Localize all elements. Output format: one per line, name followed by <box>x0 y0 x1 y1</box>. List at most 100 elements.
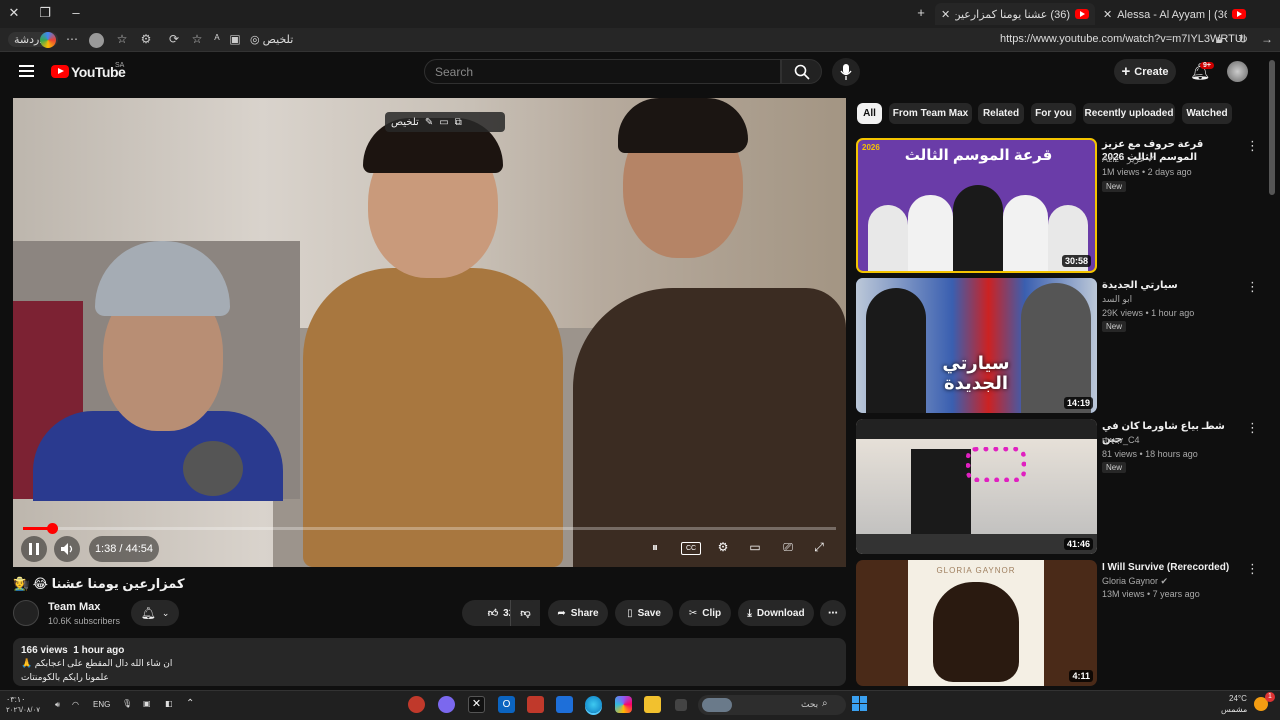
close-window-icon[interactable]: ✕ <box>4 5 24 21</box>
store-icon[interactable] <box>556 696 573 713</box>
rec-more-icon[interactable]: ⋮ <box>1246 279 1259 295</box>
messenger-icon[interactable] <box>438 696 455 713</box>
autoplay-toggle-icon[interactable]: ⏸︎ <box>645 540 665 558</box>
refresh-icon[interactable]: ⟳ <box>166 32 182 46</box>
edge-icon[interactable] <box>585 696 602 713</box>
cast-icon[interactable]: ⎚ <box>778 540 798 558</box>
taskbar-search-box[interactable]: ⌕ بحث <box>698 695 846 715</box>
captions-icon[interactable]: CC <box>681 542 701 555</box>
rec-thumbnail[interactable]: GLORIA GAYNOR 4:11 <box>856 560 1097 686</box>
windows-start-icon[interactable] <box>852 696 868 712</box>
chip-watched[interactable]: Watched <box>1182 103 1232 124</box>
game-decoration <box>966 447 1026 482</box>
search-input[interactable]: Search <box>424 59 781 84</box>
rec-more-icon[interactable]: ⋮ <box>1246 561 1259 577</box>
speaker-icon[interactable]: 🔊︎ <box>55 700 60 710</box>
app-icon[interactable] <box>408 696 425 713</box>
favorites-icon[interactable]: ☆ <box>114 32 130 46</box>
rec-more-icon[interactable]: ⋮ <box>1246 420 1259 436</box>
settings-gear-icon[interactable]: ⚙ <box>713 540 733 558</box>
dislike-button[interactable]: 👎︎ <box>510 600 540 626</box>
create-button[interactable]: + Create <box>1114 59 1176 84</box>
new-tab-button[interactable]: + <box>911 5 931 20</box>
url-field[interactable]: https://www.youtube.com/watch?v=m7IYL3WR… <box>1000 33 1246 45</box>
tab-current-video[interactable]: ✕ (36) عشنا يومنا كمزارعين 😂 <box>935 3 1095 25</box>
progress-bar[interactable] <box>23 523 836 534</box>
more-options-icon[interactable]: ⋯ <box>64 32 80 46</box>
channel-avatar[interactable] <box>13 600 39 626</box>
restore-window-icon[interactable]: ❐ <box>35 5 55 21</box>
file-explorer-icon[interactable] <box>644 696 661 713</box>
chip-all[interactable]: All <box>857 103 882 124</box>
read-aloud-icon[interactable]: ᴬ <box>209 32 225 46</box>
summary-button[interactable]: ◎ تلخيص <box>250 33 293 46</box>
forward-arrow-icon[interactable]: → <box>1259 32 1275 46</box>
clock-date[interactable]: ٢٠٢٦/٠٨/٠٧ <box>6 706 40 714</box>
menu-icon[interactable] <box>19 65 34 77</box>
pause-button[interactable] <box>21 536 47 562</box>
rec-channel[interactable]: Aziz - عزيز ✔ <box>1102 154 1155 165</box>
miniplayer-icon[interactable]: ▭ <box>745 540 765 558</box>
download-icon: ⤓ <box>747 607 752 619</box>
thumbs-up-icon: 👍︎ <box>487 608 499 619</box>
account-avatar[interactable] <box>1227 61 1248 82</box>
copilot-app-icon[interactable] <box>615 696 632 713</box>
app-icon[interactable] <box>675 699 687 711</box>
youtube-logo-icon[interactable] <box>51 65 69 78</box>
chip-recently-uploaded[interactable]: Recently uploaded <box>1083 103 1175 124</box>
chip-related[interactable]: Related <box>978 103 1024 124</box>
region-code: SA <box>115 62 125 69</box>
save-button[interactable]: ▯ Save <box>615 600 673 626</box>
rec-channel[interactable]: Gloria Gaynor ✔ <box>1102 576 1168 587</box>
rec-more-icon[interactable]: ⋮ <box>1246 138 1259 154</box>
tray-app-icon[interactable]: ▣ <box>143 699 151 708</box>
microphone-tray-icon[interactable]: 🎙︎ <box>122 699 132 708</box>
rec-thumbnail[interactable]: 41:46 <box>856 419 1097 554</box>
profile-icon[interactable] <box>89 33 104 48</box>
close-tab-icon[interactable]: ✕ <box>941 8 950 21</box>
video-title: كمزارعين يومنا عشنا 😂 🧑‍🌾 <box>13 576 185 591</box>
share-button[interactable]: ➦ Share <box>548 600 608 626</box>
minimize-window-icon[interactable]: – <box>66 5 86 20</box>
video-summary-overlay[interactable]: تلخيص ✎ ▭ ⧉ <box>385 112 505 132</box>
tray-app-icon[interactable]: ◧ <box>165 699 173 708</box>
chip-from-team-max[interactable]: From Team Max <box>889 103 972 124</box>
more-horizontal-icon: ⋯ <box>828 607 838 619</box>
tab-music-video[interactable]: ✕ Alessa - Al Ayyam | الأيام (36) <box>1097 3 1252 25</box>
clock-time[interactable]: ٠٣:١٠ <box>6 695 25 704</box>
view-count: 166 views <box>21 645 68 656</box>
rec-channel[interactable]: rtwcv_C4 <box>1102 435 1140 445</box>
more-actions-button[interactable]: ⋯ <box>820 600 846 626</box>
copilot-icon[interactable] <box>40 32 56 48</box>
page-scrollbar[interactable] <box>1269 60 1275 195</box>
gift-icon[interactable] <box>527 696 544 713</box>
outlook-icon[interactable]: O <box>498 696 515 713</box>
clip-button[interactable]: ✂ Clip <box>679 600 731 626</box>
channel-name[interactable]: Team Max <box>48 601 100 613</box>
extensions-icon[interactable]: ⚙ <box>138 32 154 46</box>
video-player[interactable]: تلخيص ✎ ▭ ⧉ 1:38 / 44:54 ⏸︎ CC ⚙ ▭ ⎚ ⤢ <box>13 98 846 567</box>
subscription-bell-button[interactable]: 🔔︎ ⌄ <box>131 600 179 626</box>
split-screen-icon[interactable]: ▣ <box>227 32 243 46</box>
rec-title[interactable]: سيارتي الجديدة <box>1102 279 1242 292</box>
volume-button[interactable] <box>54 536 80 562</box>
lock-icon[interactable]: 🔒︎ <box>1211 32 1227 47</box>
chip-for-you[interactable]: For you <box>1031 103 1076 124</box>
show-hidden-icons-chevron-icon[interactable]: ⌃ <box>186 698 194 709</box>
capcut-icon[interactable]: ✕ <box>468 696 485 713</box>
add-favorite-icon[interactable]: ☆ <box>189 32 205 46</box>
weather-temperature[interactable]: 24°C <box>1229 694 1247 703</box>
rec-title[interactable]: I Will Survive (Rerecorded) <box>1102 561 1242 574</box>
search-button[interactable] <box>781 59 822 84</box>
rec-channel[interactable]: ابو السد <box>1102 294 1132 305</box>
download-button[interactable]: ⤓ Download <box>738 600 814 626</box>
popout-icon: ⧉ <box>454 116 462 128</box>
rec-thumbnail[interactable]: سيارتي الجديدة 14:19 <box>856 278 1097 413</box>
fullscreen-icon[interactable]: ⤢ <box>809 540 829 558</box>
voice-search-button[interactable] <box>832 58 860 86</box>
close-tab-icon[interactable]: ✕ <box>1103 8 1112 21</box>
wifi-icon[interactable]: ◠ <box>72 700 79 709</box>
reload-icon[interactable]: ↻ <box>1235 32 1251 46</box>
input-language[interactable]: ENG <box>93 700 110 709</box>
rec-thumbnail[interactable]: قرعة الموسم الثالث 2026 30:58 <box>856 138 1097 273</box>
